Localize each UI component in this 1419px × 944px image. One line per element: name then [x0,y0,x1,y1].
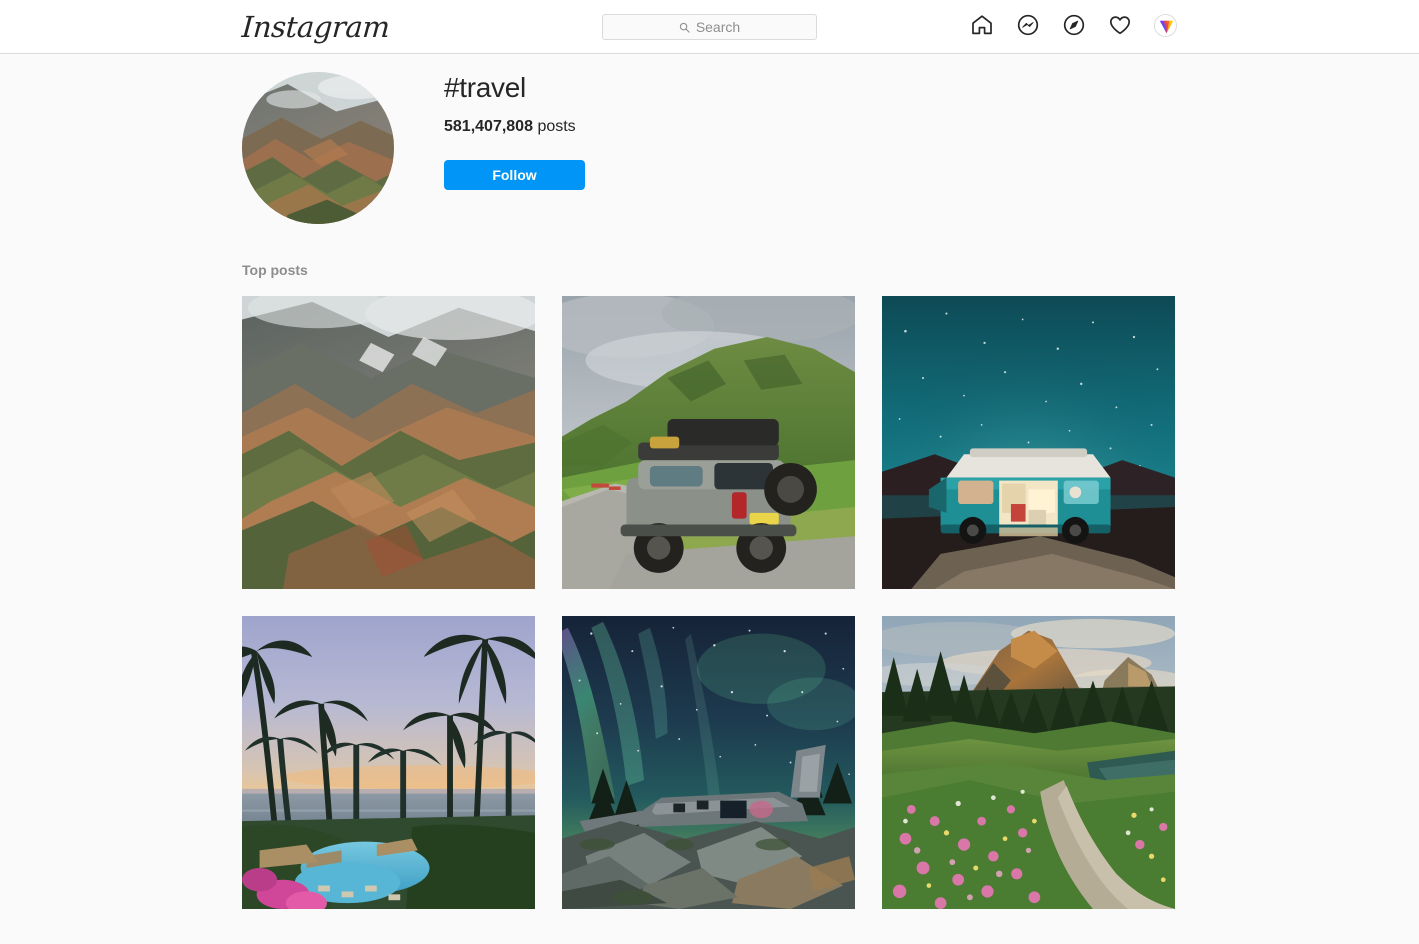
page-title: #travel [444,72,526,103]
search-input[interactable]: Search [602,14,817,40]
post-tile-plane-wreck-aurora[interactable] [562,616,855,909]
post-tile-camper-van-night[interactable] [882,296,1175,589]
hashtag-header: #travel 581,407,808 posts Follow [242,54,1178,262]
post-count-label: posts [537,118,576,135]
hashtag-avatar [242,72,394,224]
post-tile-palm-sunset[interactable] [242,616,535,909]
post-count: 581,407,808 posts [444,118,585,136]
content-column: #travel 581,407,808 posts Follow Top pos… [242,54,1178,909]
search-icon [679,22,690,33]
posts-grid [242,296,1178,909]
post-tile-rhyolite-mountains[interactable] [242,296,535,589]
top-posts-heading: Top posts [242,262,308,278]
instagram-logo[interactable]: Instagram [241,10,391,44]
messenger-icon[interactable] [1016,13,1040,37]
post-tile-offroad-suv[interactable] [562,296,855,589]
top-navigation-bar: Instagram Search [0,0,1419,54]
follow-button[interactable]: Follow [444,160,585,190]
home-icon[interactable] [970,13,994,37]
post-tile-wildflower-trail[interactable] [882,616,1175,909]
hashtag-meta: #travel 581,407,808 posts Follow [444,72,585,190]
explore-compass-icon[interactable] [1062,13,1086,37]
nav-icon-group [970,13,1177,37]
post-count-value: 581,407,808 [444,118,533,135]
profile-avatar[interactable] [1154,13,1177,37]
search-placeholder: Search [695,19,741,35]
activity-heart-icon[interactable] [1108,13,1132,37]
page-body: #travel 581,407,808 posts Follow Top pos… [0,54,1419,944]
